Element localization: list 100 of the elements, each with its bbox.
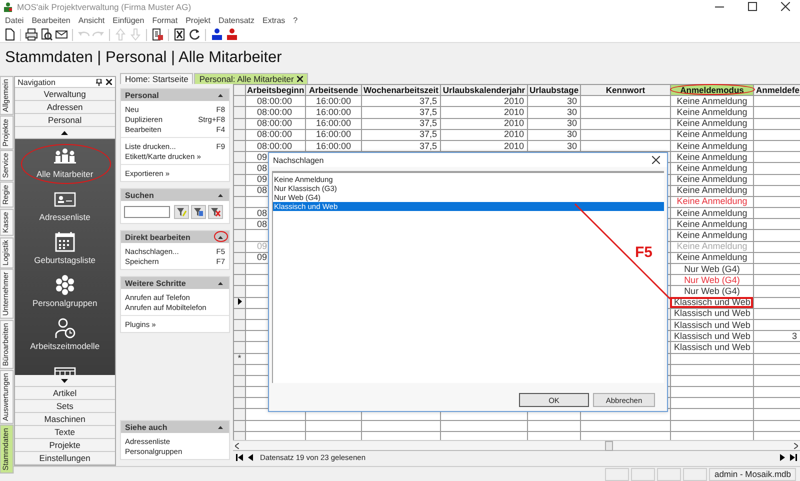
menu-item[interactable]: Datensatz bbox=[218, 16, 254, 24]
scrollbar-thumb[interactable] bbox=[605, 441, 613, 451]
table-cell: 3 bbox=[754, 330, 800, 342]
person-clock-icon bbox=[52, 317, 77, 339]
filter-button[interactable] bbox=[191, 205, 206, 219]
collapse-icon[interactable] bbox=[218, 194, 223, 196]
menu-item[interactable]: Datei bbox=[5, 16, 24, 24]
scroll-down-icon[interactable] bbox=[61, 378, 68, 382]
column-header[interactable]: Arbeitsende bbox=[306, 84, 362, 96]
search-field[interactable] bbox=[124, 206, 170, 218]
table-cell: Klassisch und Web bbox=[670, 297, 754, 308]
scroll-up-icon[interactable] bbox=[61, 130, 68, 134]
collapse-icon[interactable] bbox=[218, 426, 223, 428]
menu-item[interactable]: ? bbox=[293, 16, 298, 24]
last-record-icon[interactable] bbox=[789, 452, 798, 462]
close-icon[interactable] bbox=[296, 76, 303, 82]
nav-group-button[interactable]: Texte bbox=[14, 426, 115, 439]
section-title: Siehe auch bbox=[125, 422, 168, 432]
close-icon[interactable] bbox=[652, 156, 660, 164]
person-icon[interactable] bbox=[210, 28, 223, 41]
column-header[interactable]: Anmeldefe bbox=[754, 84, 800, 96]
window-title: MOS'aik Projektverwaltung (Firma Muster AG) bbox=[17, 2, 192, 12]
section-title: Suchen bbox=[125, 190, 154, 200]
nav-group-button[interactable]: Einstellungen bbox=[14, 452, 115, 465]
nav-group-button[interactable]: Verwaltung bbox=[14, 88, 115, 101]
nav-item[interactable]: Adressenliste bbox=[14, 182, 115, 225]
x-box-icon[interactable] bbox=[173, 28, 186, 41]
nav-group-button[interactable]: Maschinen bbox=[14, 413, 115, 426]
column-header[interactable]: Wochenarbeitszeit bbox=[362, 84, 440, 96]
nav-item[interactable]: Alle Mitarbeiter bbox=[14, 139, 115, 182]
collapse-icon[interactable] bbox=[218, 94, 223, 96]
row-selector[interactable] bbox=[234, 297, 246, 308]
magnifier-icon[interactable] bbox=[40, 28, 53, 41]
table-cell: Keine Anmeldung bbox=[670, 252, 754, 264]
status-text: admin - Mosaik.mdb bbox=[709, 468, 796, 480]
nav-item-label: Adressenliste bbox=[39, 212, 90, 222]
maximize-icon[interactable] bbox=[748, 2, 757, 11]
highlight-ellipse bbox=[214, 231, 228, 242]
collapse-icon[interactable] bbox=[218, 236, 223, 238]
nav-item[interactable]: Geburtstagsliste bbox=[14, 225, 115, 268]
menu-item[interactable]: Extras bbox=[262, 16, 286, 24]
nav-item-label: Arbeitszeitmodelle bbox=[30, 341, 100, 351]
panel-title: Navigation bbox=[18, 78, 56, 86]
filter-button[interactable] bbox=[174, 205, 189, 219]
section-title: Weitere Schritte bbox=[125, 278, 186, 288]
column-header[interactable]: Urlaubskalenderjahr bbox=[440, 84, 528, 96]
table-cell: Keine Anmeldung bbox=[670, 241, 754, 252]
table-cell: 08:00:00 bbox=[246, 129, 306, 140]
close-icon[interactable] bbox=[106, 79, 112, 85]
scroll-right-icon[interactable] bbox=[794, 442, 798, 448]
column-header[interactable]: Anmeldemodus bbox=[670, 84, 754, 96]
envelope-icon[interactable] bbox=[55, 28, 68, 41]
refresh-icon[interactable] bbox=[188, 28, 201, 41]
table-cell: Klassisch und Web bbox=[670, 330, 754, 342]
menu-item[interactable]: Bearbeiten bbox=[32, 16, 70, 24]
table-cell: 08:00:00 bbox=[246, 106, 306, 118]
menu-item[interactable]: Ansicht bbox=[78, 16, 105, 24]
table-cell: Keine Anmeldung bbox=[670, 152, 754, 163]
collapse-icon[interactable] bbox=[218, 282, 223, 284]
person-icon[interactable] bbox=[225, 28, 238, 41]
table-cell: 37,5 bbox=[362, 106, 440, 118]
close-icon[interactable] bbox=[781, 2, 790, 11]
previous-record-icon[interactable] bbox=[246, 452, 255, 462]
nav-item-label: Personalgruppen bbox=[32, 298, 98, 308]
document-tab[interactable]: Personal: Alle Mitarbeiter bbox=[194, 73, 308, 84]
annotation-label: F5 bbox=[635, 244, 653, 261]
section-title: Direkt bearbeiten bbox=[125, 232, 190, 242]
menu-item[interactable]: Projekt bbox=[186, 16, 210, 24]
menu-item[interactable]: Format bbox=[152, 16, 178, 24]
table-cell: 16:00:00 bbox=[306, 96, 362, 107]
pin-icon[interactable] bbox=[96, 78, 102, 86]
nav-group-button[interactable]: Sets bbox=[14, 400, 115, 413]
next-record-icon[interactable] bbox=[778, 452, 787, 462]
menu-item[interactable]: Einfügen bbox=[112, 16, 144, 24]
table-cell: Keine Anmeldung bbox=[670, 118, 754, 130]
printer-icon[interactable] bbox=[25, 28, 38, 41]
table-cell: 30 bbox=[528, 129, 580, 140]
table-cell: 2010 bbox=[440, 118, 528, 130]
table-cell: Klassisch und Web bbox=[670, 308, 754, 320]
document-tab[interactable]: Home: Startseite bbox=[120, 73, 194, 84]
table-cell: 30 bbox=[528, 106, 580, 118]
first-record-icon[interactable] bbox=[235, 452, 244, 462]
column-header[interactable]: Arbeitsbeginn bbox=[246, 84, 306, 96]
tab-label: Home: Startseite bbox=[125, 74, 188, 84]
filter-button[interactable] bbox=[208, 205, 223, 219]
nav-item[interactable]: Arbeitszeitmodelle bbox=[14, 311, 115, 354]
column-header[interactable]: Kennwort bbox=[580, 84, 670, 96]
calendar-icon bbox=[52, 231, 77, 253]
column-header[interactable]: Urlaubstage bbox=[528, 84, 580, 96]
nav-group-button[interactable]: Adressen bbox=[14, 101, 115, 114]
scroll-left-icon[interactable] bbox=[235, 442, 239, 448]
nav-group-button[interactable]: Personal bbox=[14, 114, 115, 127]
table-cell: 16:00:00 bbox=[306, 129, 362, 140]
nav-group-button[interactable]: Projekte bbox=[14, 439, 115, 452]
page-preview-icon[interactable] bbox=[151, 28, 164, 41]
table-cell: 08:00:00 bbox=[246, 118, 306, 130]
nav-item[interactable]: Personalgruppen bbox=[14, 268, 115, 311]
table-cell: Keine Anmeldung bbox=[670, 218, 754, 230]
nav-group-button[interactable]: Artikel bbox=[14, 387, 115, 400]
table-cell: 37,5 bbox=[362, 96, 440, 107]
